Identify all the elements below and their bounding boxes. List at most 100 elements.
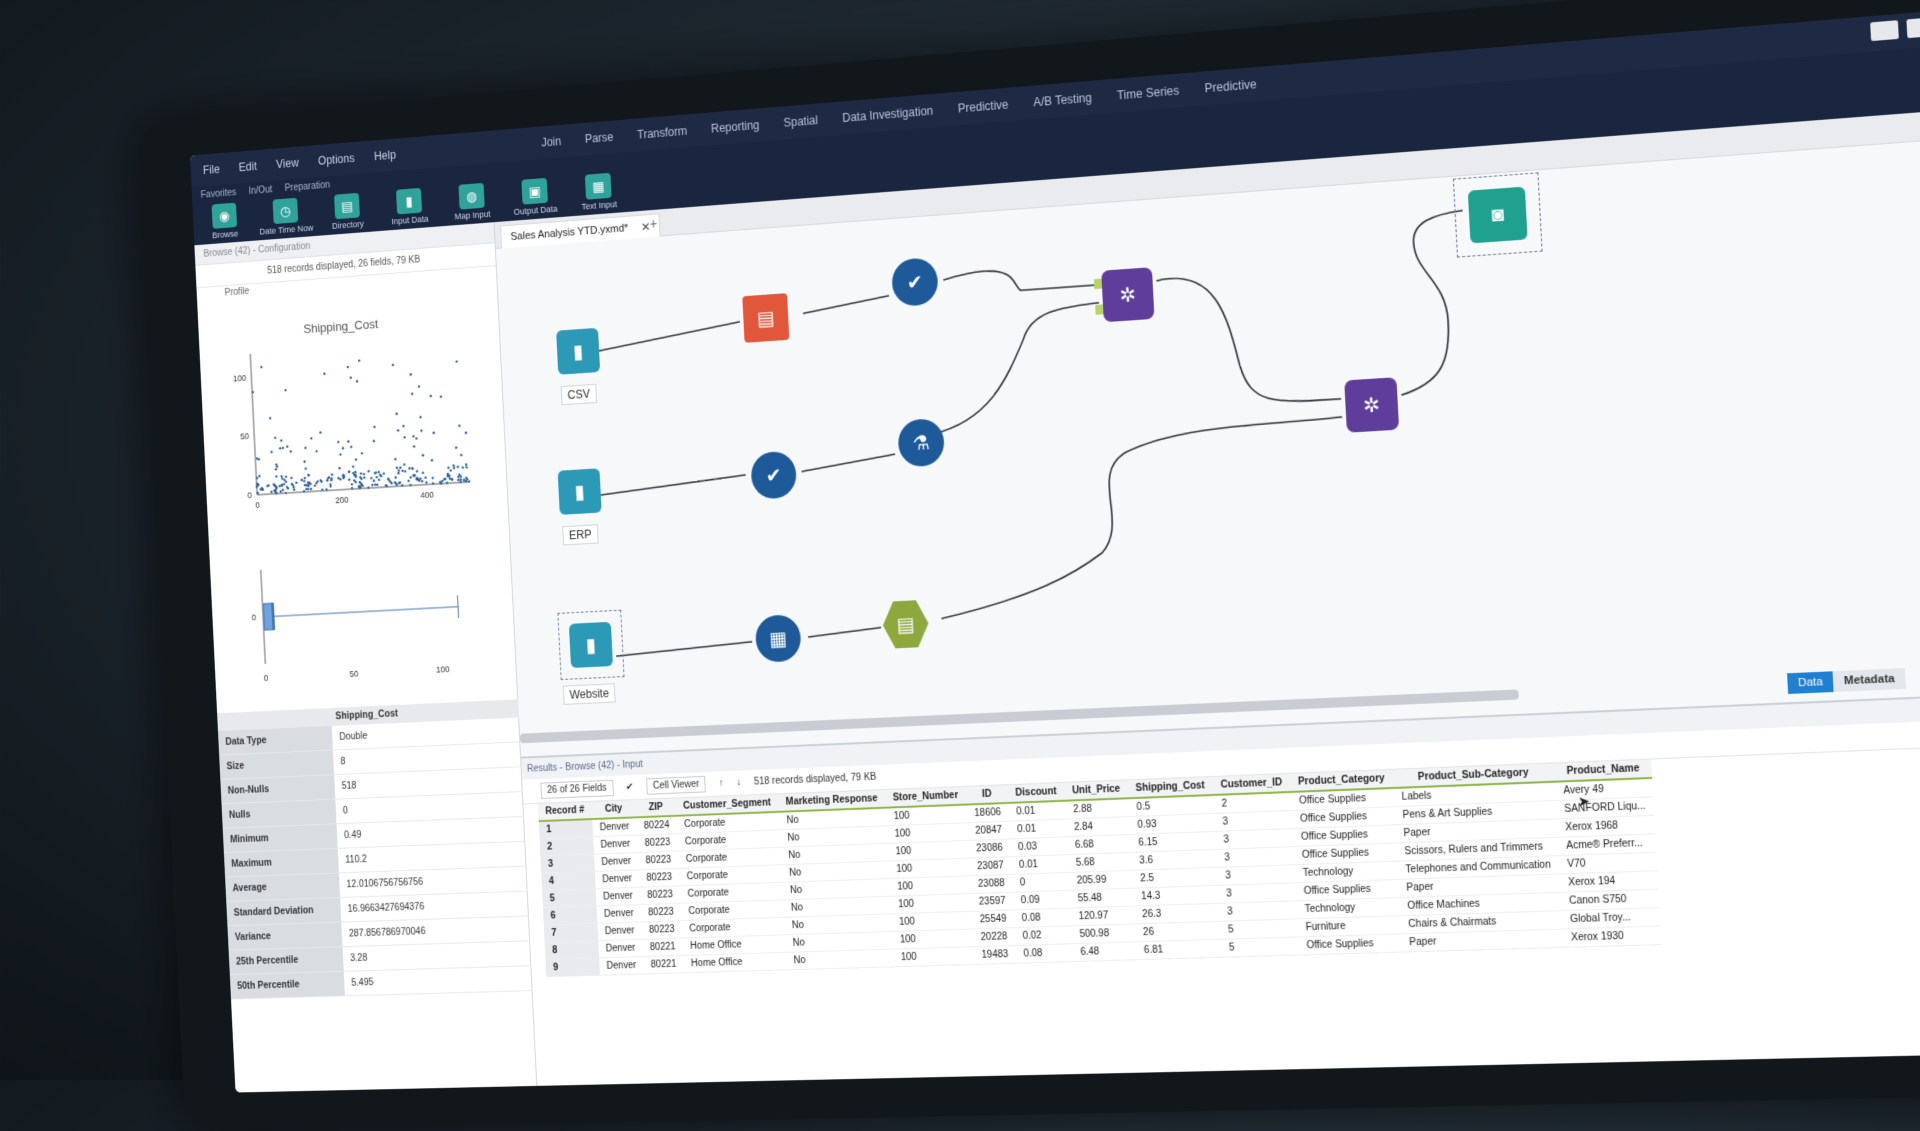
- table-cell[interactable]: 5: [1220, 919, 1298, 939]
- menu-file[interactable]: File: [203, 163, 220, 177]
- menu-edit[interactable]: Edit: [239, 159, 258, 174]
- table-cell[interactable]: 500.98: [1071, 924, 1135, 944]
- input-data-node-csv[interactable]: ▮: [556, 328, 600, 375]
- table-cell[interactable]: 5: [1221, 937, 1299, 957]
- table-cell[interactable]: 80221: [642, 938, 683, 957]
- table-cell[interactable]: 2.84: [1066, 817, 1130, 837]
- table-cell[interactable]: Denver: [596, 905, 641, 924]
- join-node-2[interactable]: ✲: [1344, 377, 1399, 433]
- table-cell[interactable]: Denver: [592, 817, 637, 836]
- input-data-node-website[interactable]: ▮: [569, 622, 613, 668]
- table-cell[interactable]: 1: [539, 819, 593, 839]
- table-cell[interactable]: 205.99: [1069, 870, 1133, 890]
- table-cell[interactable]: Denver: [593, 835, 638, 854]
- table-cell[interactable]: 120.97: [1070, 906, 1134, 926]
- table-cell[interactable]: Denver: [597, 922, 642, 941]
- multi-row-formula-node[interactable]: ▦: [755, 614, 802, 663]
- table-cell[interactable]: 2: [540, 837, 594, 856]
- table-cell[interactable]: 80223: [638, 851, 679, 870]
- table-cell[interactable]: 3: [1219, 901, 1297, 921]
- table-cell[interactable]: 0.09: [1013, 890, 1071, 910]
- minimize-button[interactable]: [1870, 20, 1899, 41]
- table-cell[interactable]: 23087: [969, 857, 1012, 876]
- table-cell[interactable]: Denver: [594, 853, 639, 872]
- column-header[interactable]: ZIP: [635, 798, 676, 817]
- tool-date-time-now[interactable]: ◷ Date Time Now: [262, 197, 309, 236]
- menu-help[interactable]: Help: [374, 148, 397, 163]
- table-cell[interactable]: 80223: [640, 903, 681, 922]
- join-node-1[interactable]: ✲: [1101, 267, 1154, 322]
- ribbon-tab-data-investigation[interactable]: Data Investigation: [842, 104, 934, 125]
- ribbon-tab-transform[interactable]: Transform: [637, 124, 688, 142]
- column-header[interactable]: Discount: [1007, 783, 1065, 803]
- table-cell[interactable]: Denver: [595, 870, 640, 889]
- table-cell[interactable]: No: [786, 949, 894, 970]
- browse-node[interactable]: ◙: [1468, 187, 1528, 244]
- table-cell[interactable]: 6: [543, 906, 597, 925]
- table-cell[interactable]: 0.08: [1014, 908, 1072, 928]
- table-cell[interactable]: 23597: [971, 892, 1014, 911]
- input-data-node-erp[interactable]: ▮: [558, 468, 602, 515]
- menu-options[interactable]: Options: [318, 151, 355, 167]
- select-node-2[interactable]: ✔: [750, 451, 797, 500]
- fields-select[interactable]: 26 of 26 Fields: [540, 780, 613, 799]
- anchor-r[interactable]: [1095, 304, 1103, 314]
- ribbon-tab-reporting[interactable]: Reporting: [711, 118, 760, 135]
- table-cell[interactable]: 23086: [968, 839, 1011, 858]
- palette-tab-in-out[interactable]: In/Out: [248, 185, 272, 197]
- table-cell[interactable]: Paper: [1401, 929, 1564, 952]
- column-header[interactable]: Record #: [538, 802, 592, 821]
- palette-tab-favorites[interactable]: Favorites: [200, 188, 236, 201]
- ribbon-tab-predictive-2[interactable]: Predictive: [1204, 77, 1257, 95]
- select-node-1[interactable]: ✔: [891, 257, 939, 307]
- table-cell[interactable]: 18606: [966, 803, 1009, 823]
- table-cell[interactable]: 0: [1012, 872, 1070, 892]
- table-cell[interactable]: 3: [540, 854, 594, 873]
- table-cell[interactable]: 4: [541, 871, 595, 890]
- table-cell[interactable]: 9: [546, 958, 600, 977]
- table-cell[interactable]: 2.88: [1065, 798, 1129, 819]
- anchor-l[interactable]: [1094, 279, 1102, 289]
- table-cell[interactable]: 25549: [972, 910, 1015, 929]
- ribbon-tab-spatial[interactable]: Spatial: [783, 113, 818, 129]
- arrow-down-icon[interactable]: ↓: [736, 777, 741, 788]
- table-cell[interactable]: 0.02: [1015, 926, 1073, 946]
- ribbon-tab-time-series[interactable]: Time Series: [1117, 84, 1180, 103]
- table-cell[interactable]: 0.03: [1010, 837, 1068, 857]
- formula-node[interactable]: ▤: [742, 293, 789, 343]
- metadata-button[interactable]: Metadata: [1833, 668, 1906, 692]
- table-cell[interactable]: Denver: [596, 887, 641, 906]
- ribbon-tab-join[interactable]: Join: [541, 134, 562, 149]
- palette-tab-preparation[interactable]: Preparation: [284, 180, 330, 194]
- column-header[interactable]: ID: [965, 785, 1008, 804]
- tool-map-input[interactable]: ◍ Map Input: [448, 182, 496, 222]
- table-cell[interactable]: 0.01: [1009, 819, 1067, 839]
- table-cell[interactable]: 6.48: [1072, 942, 1137, 962]
- column-header[interactable]: City: [591, 800, 636, 819]
- cell-viewer-select[interactable]: Cell Viewer: [646, 776, 706, 795]
- table-cell[interactable]: 80223: [639, 868, 680, 887]
- table-cell[interactable]: 8: [545, 941, 599, 960]
- tool-directory[interactable]: ▤ Directory: [323, 192, 371, 231]
- tool-output-data[interactable]: ▣ Output Data: [511, 177, 560, 217]
- table-cell[interactable]: 5.68: [1068, 852, 1132, 872]
- table-cell[interactable]: 80224: [636, 816, 677, 835]
- table-cell[interactable]: 55.48: [1069, 888, 1133, 908]
- table-cell[interactable]: 19483: [974, 945, 1017, 964]
- table-cell[interactable]: 80223: [640, 886, 681, 905]
- table-cell[interactable]: 80223: [637, 834, 678, 853]
- table-cell[interactable]: 80221: [643, 955, 684, 974]
- ribbon-tab-ab-testing[interactable]: A/B Testing: [1033, 91, 1092, 110]
- table-cell[interactable]: Denver: [598, 939, 643, 958]
- ribbon-tab-parse[interactable]: Parse: [584, 130, 613, 146]
- table-cell[interactable]: 0.01: [1008, 801, 1066, 821]
- tool-browse[interactable]: ◉ Browse: [201, 202, 248, 241]
- table-cell[interactable]: 5: [542, 889, 596, 908]
- table-cell[interactable]: Xerox 1930: [1562, 926, 1661, 947]
- table-cell[interactable]: 20228: [973, 928, 1016, 947]
- table-cell[interactable]: 23088: [970, 874, 1013, 893]
- table-cell[interactable]: 0.08: [1016, 944, 1074, 963]
- table-cell[interactable]: 100: [893, 947, 975, 967]
- table-cell[interactable]: 6.68: [1067, 835, 1131, 855]
- table-cell[interactable]: 6.81: [1136, 939, 1222, 959]
